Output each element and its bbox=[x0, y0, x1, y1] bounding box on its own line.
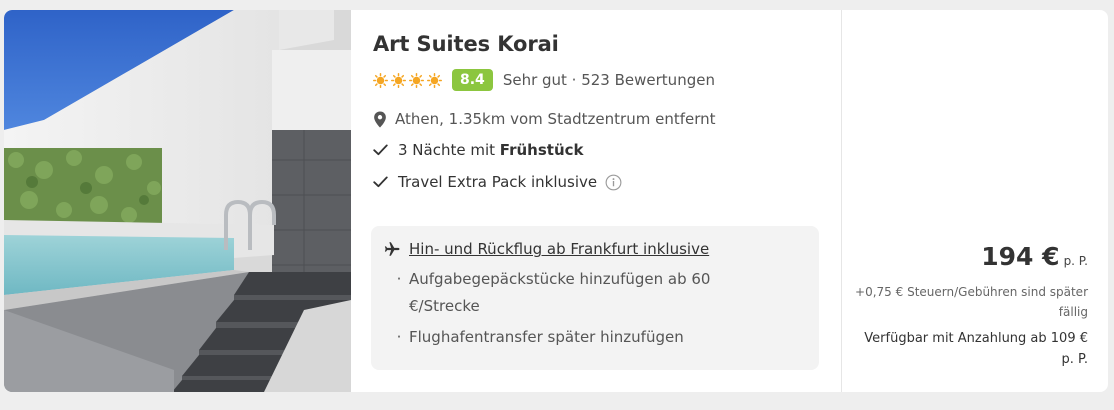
sun-icon bbox=[427, 72, 442, 88]
deposit-note: Verfügbar mit Anzahlung ab 109 € p. P. bbox=[864, 331, 1088, 367]
flight-title[interactable]: Hin- und Rückflug ab Frankfurt inklusive bbox=[409, 240, 709, 258]
list-item: · Aufgabegepäckstücke hinzufügen ab 60 €… bbox=[383, 266, 805, 320]
sun-rating bbox=[373, 72, 442, 88]
hotel-pool-image bbox=[4, 10, 351, 392]
price-amount: 194 € bbox=[981, 242, 1060, 271]
bullet-dot: · bbox=[396, 328, 402, 346]
sun-icon bbox=[373, 72, 388, 88]
bullet-text: Aufgabegepäckstücke hinzufügen ab 60 €/S… bbox=[409, 270, 711, 315]
plane-icon bbox=[383, 240, 401, 258]
hotel-info: Art Suites Korai 8.4 Sehr gut · 523 Bewe… bbox=[351, 10, 841, 392]
hotel-photo[interactable] bbox=[4, 10, 351, 392]
location-pin-icon bbox=[373, 110, 387, 128]
fees-note: +0,75 € Steuern/Gebühren sind später fäl… bbox=[855, 285, 1088, 319]
check-icon bbox=[373, 144, 390, 156]
review-score-badge: 8.4 bbox=[452, 69, 493, 91]
bullet-text: Flughafentransfer später hinzufügen bbox=[409, 328, 684, 346]
extra-pack-row: Travel Extra Pack inklusive bbox=[373, 172, 841, 192]
board-type: Frühstück bbox=[499, 141, 584, 159]
info-icon[interactable] bbox=[605, 174, 622, 191]
hotel-name[interactable]: Art Suites Korai bbox=[373, 32, 841, 56]
flight-bullets: · Aufgabegepäckstücke hinzufügen ab 60 €… bbox=[383, 266, 805, 351]
list-item: · Flughafentransfer später hinzufügen bbox=[383, 324, 805, 351]
price: 194 € p. P. bbox=[981, 242, 1088, 271]
sun-icon bbox=[409, 72, 424, 88]
nights-prefix: 3 Nächte mit bbox=[398, 141, 500, 159]
price-per-person: p. P. bbox=[1063, 254, 1088, 268]
bullet-dot: · bbox=[396, 270, 402, 288]
location-text: Athen, 1.35km vom Stadtzentrum entfernt bbox=[395, 110, 716, 128]
flight-header[interactable]: Hin- und Rückflug ab Frankfurt inklusive bbox=[383, 240, 805, 258]
check-icon bbox=[373, 176, 390, 188]
nights-text: 3 Nächte mit Frühstück bbox=[398, 141, 583, 159]
flight-info-box: Hin- und Rückflug ab Frankfurt inklusive… bbox=[371, 226, 819, 370]
board-row: 3 Nächte mit Frühstück bbox=[373, 140, 841, 160]
rating-row: 8.4 Sehr gut · 523 Bewertungen bbox=[373, 67, 841, 93]
price-panel[interactable]: 194 € p. P. +0,75 € Steuern/Gebühren sin… bbox=[841, 10, 1108, 392]
extra-pack-text: Travel Extra Pack inklusive bbox=[398, 173, 598, 191]
sun-icon bbox=[391, 72, 406, 88]
hotel-offer-card[interactable]: Art Suites Korai 8.4 Sehr gut · 523 Bewe… bbox=[4, 10, 1108, 392]
location-row[interactable]: Athen, 1.35km vom Stadtzentrum entfernt bbox=[373, 110, 841, 128]
review-summary[interactable]: Sehr gut · 523 Bewertungen bbox=[503, 71, 715, 89]
